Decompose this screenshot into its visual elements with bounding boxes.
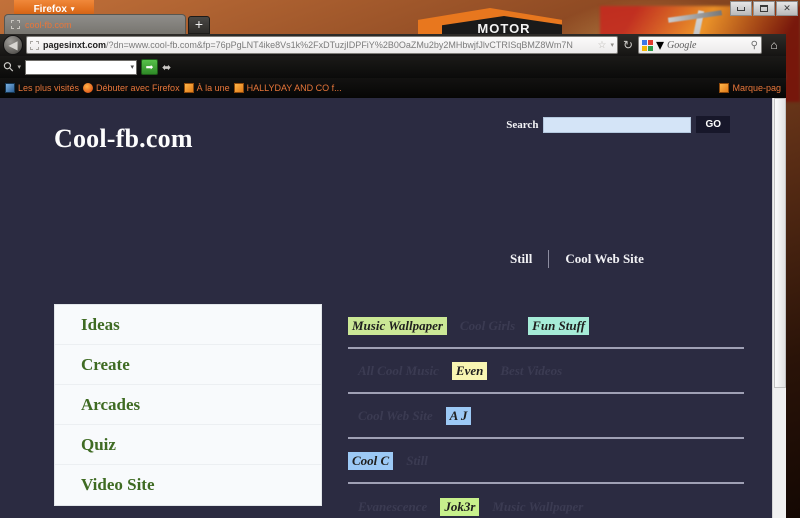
link-chip[interactable]: Cool C — [348, 451, 394, 470]
menu-item-ideas[interactable]: Ideas — [55, 305, 321, 345]
bookmark-star-icon[interactable]: ☆ — [598, 40, 607, 51]
tab-strip: cool-fb.com + — [0, 14, 786, 34]
back-arrow-icon: ◀ — [8, 38, 18, 52]
link-chip[interactable]: All Cool Music — [354, 362, 443, 380]
site-search-row: Search GO — [506, 116, 730, 133]
page-scrollbar[interactable] — [772, 98, 786, 518]
top-navigation: Still Cool Web Site — [510, 250, 644, 268]
bookmark-label: Débuter avec Firefox — [96, 83, 180, 93]
link-row: All Cool Music Even Best Videos — [348, 349, 744, 394]
new-tab-button[interactable]: + — [188, 16, 210, 34]
menu-item-label: Video Site — [81, 475, 155, 494]
menu-item-label: Quiz — [81, 434, 116, 454]
most-visited-icon — [5, 83, 15, 93]
search-go-button[interactable]: GO — [696, 116, 730, 133]
nav-item-still[interactable]: Still — [510, 251, 532, 267]
bookmark-headlines[interactable]: À la une — [183, 83, 230, 93]
main-menu-card: Ideas Create Arcades Quiz Video Site — [54, 304, 322, 506]
chevron-down-icon[interactable]: ▾ — [656, 35, 664, 55]
link-chip[interactable]: Music Wallpaper — [488, 498, 587, 516]
link-row: Music Wallpaper Cool Girls Fun Stuff — [348, 304, 744, 349]
link-chip[interactable]: Cool Web Site — [354, 407, 437, 425]
link-chip[interactable]: Jok3r — [440, 497, 480, 516]
link-rows: Music Wallpaper Cool Girls Fun Stuff All… — [348, 304, 744, 518]
web-page: Cool-fb.com Search GO Still Cool Web Sit… — [0, 98, 772, 518]
page-viewport: Cool-fb.com Search GO Still Cool Web Sit… — [0, 98, 786, 518]
tab-cool-fb[interactable]: cool-fb.com — [4, 14, 186, 34]
link-row: Cool Web Site A J — [348, 394, 744, 439]
search-input[interactable] — [543, 116, 692, 133]
chevron-down-icon[interactable]: ▾ — [18, 63, 22, 71]
bookmarks-overflow[interactable]: Marque-pag — [719, 83, 781, 93]
link-row: Cool C Still — [348, 439, 744, 484]
nav-divider — [548, 250, 550, 268]
bookmark-label: À la une — [196, 83, 230, 93]
menu-item-label: Arcades — [81, 394, 141, 414]
search-engine-label: Google — [667, 39, 697, 51]
bookmark-hallyday[interactable]: HALLYDAY AND CO f... — [233, 83, 342, 93]
bookmark-getting-started[interactable]: Débuter avec Firefox — [83, 83, 180, 93]
menu-item-video-site[interactable]: Video Site — [55, 465, 321, 505]
nav-item-cool-web-site[interactable]: Cool Web Site — [565, 251, 644, 267]
navigation-toolbar: ◀ pagesinxt.com/?dn=www.cool-fb.com&fp=7… — [0, 34, 786, 56]
browser-search-box[interactable]: ▾ Google ⚲ — [638, 36, 762, 54]
firefox-icon — [83, 83, 94, 93]
link-chip[interactable]: Evanescence — [354, 498, 431, 516]
bookmarks-overflow-label: Marque-pag — [732, 83, 781, 93]
bookmark-label: Les plus visités — [18, 83, 80, 93]
addon-expand-icon[interactable]: ⬌ — [162, 61, 171, 74]
url-host: pagesinxt.com — [43, 40, 107, 50]
bookmarks-toolbar: Les plus visités Débuter avec Firefox À … — [0, 78, 786, 98]
firefox-app-menu-label: Firefox — [33, 3, 67, 15]
menu-item-label: Create — [81, 354, 130, 374]
scrollbar-thumb[interactable] — [774, 98, 786, 388]
bookmark-most-visited[interactable]: Les plus visités — [5, 83, 79, 93]
search-label: Search — [506, 118, 539, 131]
addon-search-input[interactable]: ▾ — [25, 59, 138, 75]
link-chip[interactable]: Even — [451, 361, 488, 380]
search-icon[interactable]: ⚲ — [751, 40, 758, 51]
link-chip[interactable]: Fun Stuff — [528, 316, 590, 335]
link-chip[interactable]: Still — [402, 452, 432, 470]
feed-icon — [183, 83, 194, 93]
home-icon[interactable]: ⌂ — [765, 38, 783, 53]
google-icon — [642, 39, 653, 51]
bookmark-label: HALLYDAY AND CO f... — [246, 83, 342, 93]
back-button[interactable]: ◀ — [3, 35, 23, 55]
address-bar[interactable]: pagesinxt.com/?dn=www.cool-fb.com&fp=76p… — [26, 36, 618, 54]
addon-go-button[interactable]: ➡ — [141, 59, 159, 75]
feed-icon — [233, 83, 244, 93]
site-title: Cool-fb.com — [54, 124, 193, 153]
link-chip[interactable]: Music Wallpaper — [348, 316, 447, 335]
reload-icon[interactable]: ↻ — [621, 38, 635, 53]
search-icon[interactable]: ⚲ — [0, 58, 18, 76]
link-chip[interactable]: Cool Girls — [456, 317, 519, 335]
addon-search-toolbar: ⚲ ▾ ▾ ➡ ⬌ — [0, 56, 786, 78]
favicon-placeholder-icon — [11, 20, 20, 29]
firefox-window: Firefox ▾ cool-fb.com + ◀ pagesinxt.com/… — [0, 0, 786, 518]
site-identity-icon[interactable] — [30, 40, 39, 50]
bookmark-icon — [719, 83, 730, 93]
menu-item-create[interactable]: Create — [55, 345, 321, 385]
menu-item-arcades[interactable]: Arcades — [55, 385, 321, 425]
url-text: pagesinxt.com/?dn=www.cool-fb.com&fp=76p… — [43, 40, 594, 50]
menu-item-label: Ideas — [81, 314, 120, 334]
chevron-down-icon[interactable]: ▾ — [131, 63, 135, 71]
link-chip[interactable]: Best Videos — [496, 362, 566, 380]
url-path: /?dn=www.cool-fb.com&fp=76pPgLNT4ike8Vs1… — [106, 40, 573, 50]
tab-label: cool-fb.com — [25, 19, 72, 30]
chevron-down-icon: ▾ — [70, 6, 75, 13]
chevron-down-icon[interactable]: ▾ — [610, 41, 614, 49]
menu-item-quiz[interactable]: Quiz — [55, 425, 321, 465]
link-row: Evanescence Jok3r Music Wallpaper — [348, 484, 744, 518]
link-chip[interactable]: A J — [445, 406, 472, 425]
